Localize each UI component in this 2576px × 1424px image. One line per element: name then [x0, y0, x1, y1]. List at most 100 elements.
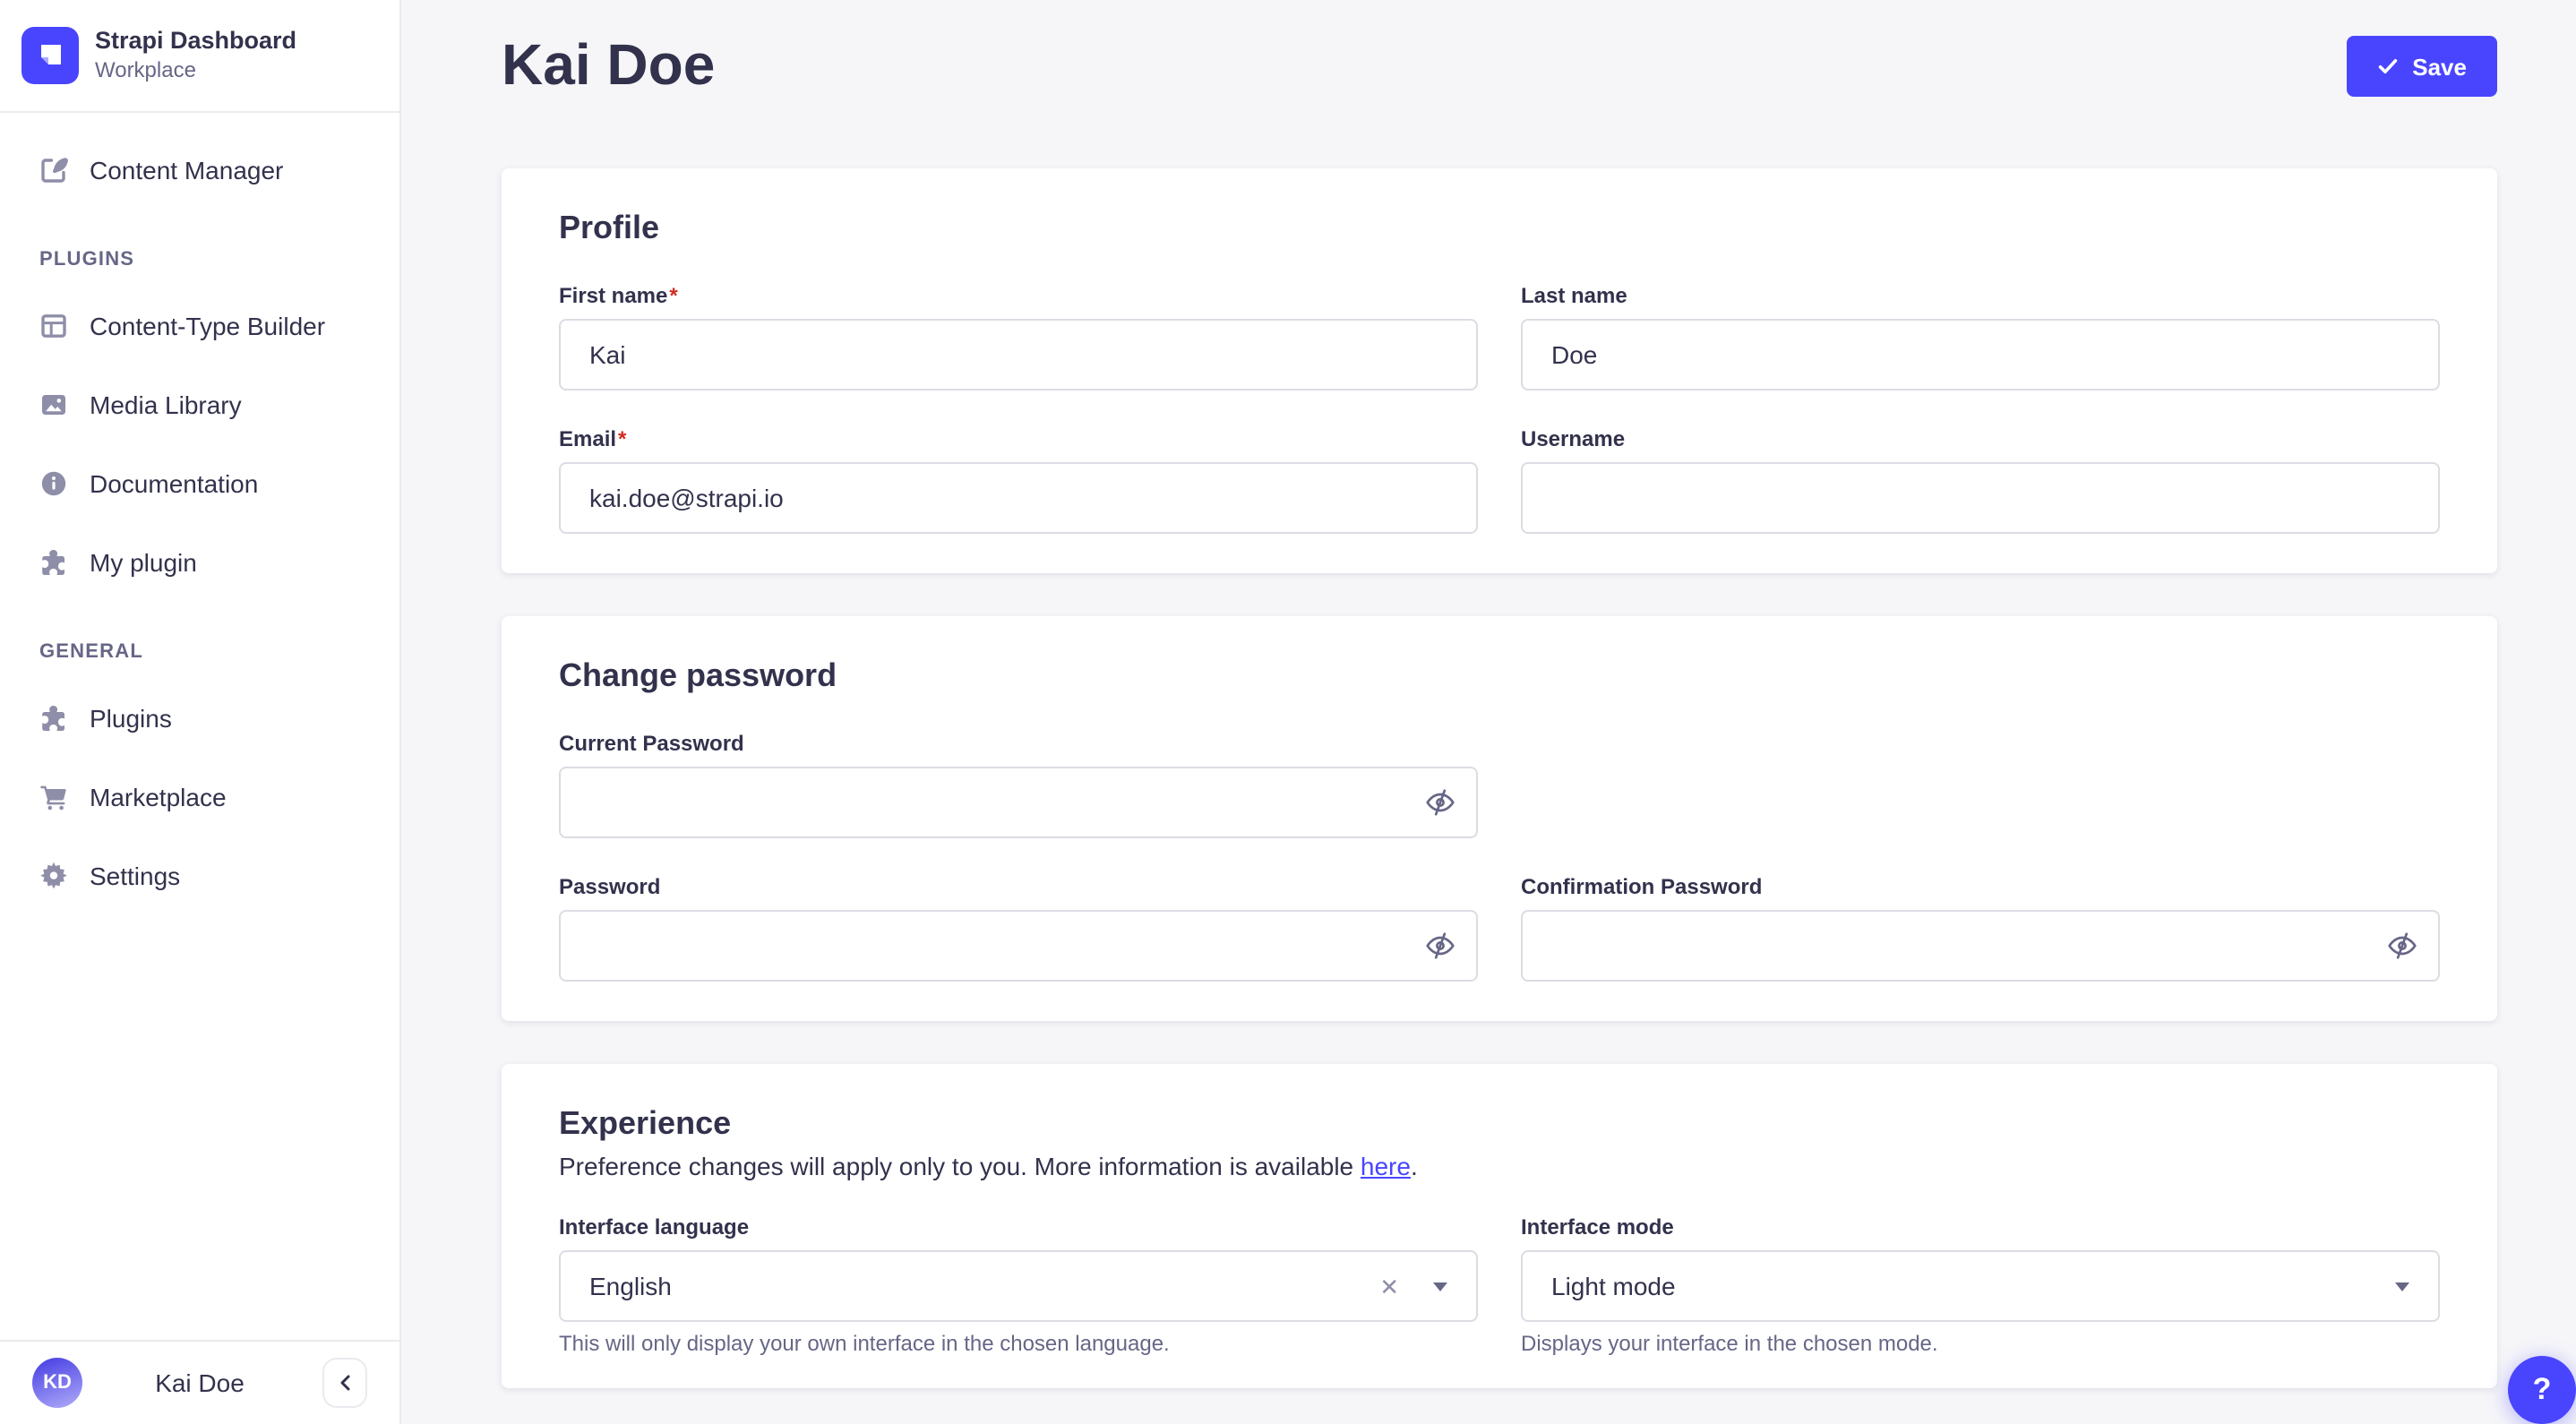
profile-card-title: Profile	[559, 210, 660, 245]
email-input[interactable]	[559, 462, 1478, 534]
required-asterisk: *	[618, 426, 627, 451]
strapi-logo-icon	[21, 26, 79, 83]
sidebar-item-label: Marketplace	[90, 782, 227, 811]
toggle-password-visibility-button[interactable]	[2377, 921, 2427, 971]
brand-text: Strapi Dashboard Workplace	[95, 25, 296, 84]
username-input[interactable]	[1521, 462, 2440, 534]
sidebar-item-my-plugin[interactable]: My plugin	[21, 530, 378, 595]
change-password-card-title: Change password	[559, 657, 837, 693]
user-name: Kai Doe	[155, 1368, 245, 1397]
select-value: Light mode	[1551, 1272, 1676, 1300]
interface-language-helper: This will only display your own interfac…	[559, 1331, 1170, 1356]
field-row: Password Confirmation Password	[559, 874, 2440, 982]
interface-mode-field: Interface mode Light mode Displays your …	[1521, 1214, 2440, 1356]
experience-description: Preference changes will apply only to yo…	[559, 1152, 1418, 1180]
sidebar-item-label: Media Library	[90, 390, 242, 418]
chevron-left-icon	[339, 1375, 349, 1391]
field-row: Current Password	[559, 731, 2440, 838]
main-content: Kai Doe Save Profile First name * Kai La…	[401, 0, 2576, 1424]
field-row: Interface language English ✕ This will o…	[559, 1214, 2440, 1356]
help-button[interactable]: ?	[2508, 1356, 2576, 1424]
app-window: Strapi Dashboard Workplace Content Manag…	[0, 0, 2576, 1424]
username-field: Username	[1521, 426, 2440, 534]
sidebar-item-content-manager[interactable]: Content Manager	[21, 138, 378, 202]
first-name-input[interactable]	[559, 319, 1478, 390]
media-library-icon	[39, 390, 68, 419]
profile-card: Profile First name* Last name Email*	[502, 168, 2497, 573]
sidebar-user-area: KD Kai Doe	[0, 1340, 399, 1424]
brand-title: Strapi Dashboard	[95, 27, 297, 54]
select-value: English	[589, 1272, 672, 1300]
sidebar-item-label: My plugin	[90, 547, 197, 576]
content-type-builder-icon	[39, 312, 68, 340]
sidebar-item-content-type-builder[interactable]: Content-Type Builder	[21, 294, 378, 358]
toggle-password-visibility-button[interactable]	[1415, 777, 1465, 828]
email-field: Email *	[559, 426, 1478, 534]
interface-language-select[interactable]: English ✕	[559, 1250, 1478, 1322]
experience-card-title: Experience	[559, 1105, 732, 1141]
first-name-field: First name *	[559, 283, 1478, 390]
nav-section-plugins: PLUGINS	[39, 249, 135, 270]
last-name-field: Last name	[1521, 283, 2440, 390]
sidebar-item-marketplace[interactable]: Marketplace	[21, 765, 378, 829]
clear-icon[interactable]: ✕	[1379, 1274, 1399, 1298]
chevron-down-icon	[1433, 1282, 1447, 1291]
new-password-field: Password	[559, 874, 1478, 982]
interface-language-field: Interface language English ✕ This will o…	[559, 1214, 1478, 1356]
experience-card: Experience Preference changes will apply…	[502, 1064, 2497, 1388]
toggle-password-visibility-button[interactable]	[1415, 921, 1465, 971]
check-icon	[2378, 59, 2397, 73]
required-asterisk: *	[669, 283, 678, 308]
brand-home-link[interactable]: Strapi Dashboard Workplace	[0, 0, 399, 113]
confirmation-password-label: Confirmation Password	[1521, 874, 1763, 899]
eye-off-icon	[2388, 932, 2417, 959]
sidebar: Strapi Dashboard Workplace Content Manag…	[0, 0, 401, 1424]
gear-icon	[39, 862, 68, 890]
current-password-label: Current Password	[559, 731, 744, 756]
chevron-down-icon	[2395, 1282, 2409, 1291]
eye-off-icon	[1426, 932, 1455, 959]
collapse-sidebar-button[interactable]	[322, 1358, 367, 1408]
password-input[interactable]	[559, 910, 1478, 982]
first-name-label: First name *	[559, 283, 678, 308]
sidebar-item-media-library[interactable]: Media Library	[21, 373, 378, 437]
password-label: Password	[559, 874, 661, 899]
interface-language-label: Interface language	[559, 1214, 750, 1240]
content-manager-icon	[39, 156, 68, 184]
username-label: Username	[1521, 426, 1626, 451]
field-spacer	[1521, 731, 2440, 838]
confirmation-password-input[interactable]	[1521, 910, 2440, 982]
documentation-icon	[39, 469, 68, 498]
nav-section-general: GENERAL	[39, 641, 143, 663]
save-button-label: Save	[2412, 53, 2467, 80]
more-info-link[interactable]: here	[1361, 1152, 1411, 1180]
last-name-input[interactable]	[1521, 319, 2440, 390]
sidebar-item-label: Plugins	[90, 703, 172, 732]
sidebar-item-settings[interactable]: Settings	[21, 844, 378, 908]
brand-subtitle: Workplace	[95, 57, 196, 82]
sidebar-item-documentation[interactable]: Documentation	[21, 451, 378, 516]
sidebar-item-label: Settings	[90, 861, 181, 889]
sidebar-item-label: Content-Type Builder	[90, 311, 326, 339]
puzzle-icon	[39, 704, 68, 733]
sidebar-item-plugins[interactable]: Plugins	[21, 686, 378, 751]
current-password-field: Current Password	[559, 731, 1478, 838]
page-title: Kai Doe	[502, 32, 716, 97]
eye-off-icon	[1426, 789, 1455, 816]
confirmation-password-field: Confirmation Password	[1521, 874, 2440, 982]
interface-mode-helper: Displays your interface in the chosen mo…	[1521, 1331, 1938, 1356]
interface-mode-label: Interface mode	[1521, 1214, 1674, 1240]
last-name-label: Last name	[1521, 283, 1627, 308]
sidebar-item-label: Content Manager	[90, 155, 284, 184]
interface-mode-select[interactable]: Light mode	[1521, 1250, 2440, 1322]
current-password-input[interactable]	[559, 767, 1478, 838]
sidebar-item-label: Documentation	[90, 468, 259, 497]
email-label: Email *	[559, 426, 627, 451]
puzzle-icon	[39, 548, 68, 577]
field-row: First name* Last name	[559, 283, 2440, 390]
cart-icon	[39, 783, 68, 811]
page-header: Kai Doe Save	[502, 32, 2497, 97]
save-button[interactable]: Save	[2346, 36, 2497, 97]
sidebar-nav: Content Manager PLUGINS Content-Type Bui…	[0, 113, 399, 1340]
change-password-card: Change password Current Password Passwor…	[502, 616, 2497, 1021]
